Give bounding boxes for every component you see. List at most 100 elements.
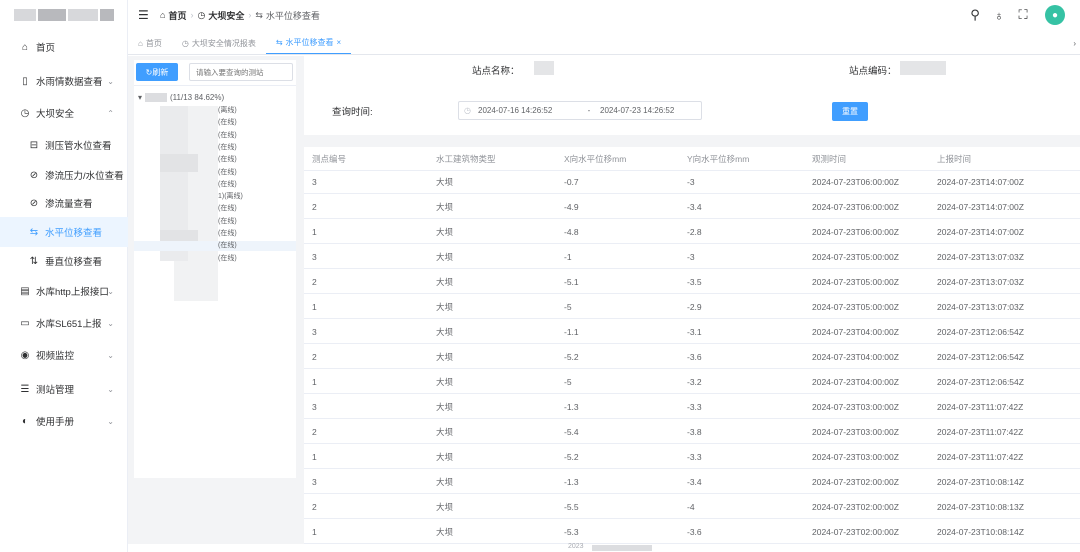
tabs-scroll-icon[interactable]: › [1073,39,1076,48]
table-row[interactable]: 1 大坝 -4.8 -2.8 2024-07-23T06:00:00Z 2024-07-2… [304,221,1080,244]
table-row[interactable]: 3 大坝 -0.7 -3 2024-07-23T06:00:00Z 2024-07-23T… [304,171,1080,194]
table-row[interactable]: 2 大坝 -5.5 -4 2024-07-23T02:00:00Z 2024-07-23T… [304,496,1080,519]
table-row[interactable]: 1 大坝 -5 -2.9 2024-07-23T05:00:00Z 2024-07-23T… [304,296,1080,319]
tree-node[interactable]: (在线) [134,241,296,252]
refresh-button[interactable]: ↻ 刷新 [136,63,178,81]
divider [304,135,1080,147]
sidebar-item[interactable]: ▭ 水库SL651上报 ⌄ [0,308,128,338]
table-cell: 大坝 [436,352,454,362]
table-cell: 2024-07-23T02:00:00Z [812,527,899,537]
sidebar-item[interactable]: ⌂ 首页 [0,32,128,62]
tree-node[interactable]: (在线) [134,229,296,239]
sidebar-item[interactable]: ⊘ 渗流压力/水位查看 [0,160,128,190]
table-row[interactable]: 1 大坝 -5.3 -3.6 2024-07-23T02:00:00Z 2024-07-2… [304,521,1080,544]
col-header: 上报时间 [937,154,972,164]
table-row[interactable]: 2 大坝 -5.1 -3.5 2024-07-23T05:00:00Z 2024-07-2… [304,271,1080,294]
close-icon[interactable]: × [337,33,342,53]
table-row[interactable]: 1 大坝 -5 -3.2 2024-07-23T04:00:00Z 2024-07-23T… [304,371,1080,394]
tab-horizontal-displacement[interactable]: ⇆ 水平位移查看 × [265,33,352,54]
station-status: (在线) [218,180,237,188]
sidebar-item-label: 垂直位移查看 [45,257,103,268]
clock-icon: ◷ [464,106,471,115]
table-row[interactable]: 2 大坝 -4.9 -3.4 2024-07-23T06:00:00Z 2024-07-2… [304,196,1080,219]
sidebar-item[interactable]: ⇅ 垂直位移查看 [0,246,128,276]
sidebar-item[interactable]: ⇆ 水平位移查看 [0,217,128,247]
sidebar-item[interactable]: ⊟ 测压管水位查看 [0,130,128,160]
table-cell: 2 [312,502,317,512]
fullscreen-icon[interactable]: ⛶ [1015,7,1031,23]
tree-node[interactable]: (在线) [134,168,296,178]
start-date[interactable]: 2024-07-16 14:26:52 [478,106,578,115]
table-cell: -4 [687,502,695,512]
end-date[interactable]: 2024-07-23 14:26:52 [600,106,674,115]
sidebar-item[interactable]: ⊘ 渗流量查看 [0,188,128,218]
table-cell: 2024-07-23T12:06:54Z [937,377,1024,387]
table-row[interactable]: 2 大坝 -5.2 -3.6 2024-07-23T04:00:00Z 2024-07-2… [304,346,1080,369]
seepage-flow-icon: ⊘ [29,197,39,209]
table-cell: 2024-07-23T14:07:00Z [937,177,1024,187]
sidebar-item[interactable]: ◉ 视频监控 ⌄ [0,340,128,370]
sidebar-item[interactable]: ◐ 使用手册 ⌄ [0,406,128,436]
reset-button[interactable]: 重置 [832,102,868,121]
date-separator: - [587,106,591,115]
table-row[interactable]: 3 大坝 -1 -3 2024-07-23T05:00:00Z 2024-07-23T13… [304,246,1080,269]
table-cell: 3 [312,327,317,337]
sidebar-item-label: 大坝安全 [36,109,75,120]
table-row[interactable]: 3 大坝 -1.3 -3.3 2024-07-23T03:00:00Z 2024-07-2… [304,396,1080,419]
table-cell: 大坝 [436,452,454,462]
station-status: (在线) [218,205,237,213]
station-search-input[interactable] [189,63,293,81]
table-cell: 1 [312,302,317,312]
sidebar-item-label: 测压管水位查看 [45,141,112,152]
table-row[interactable]: 3 大坝 -1.3 -3.4 2024-07-23T02:00:00Z 2024-07-2… [304,471,1080,494]
tab-dam-safety-report[interactable]: ◷ 大坝安全情况报表 [172,33,266,54]
menu-toggle-icon[interactable]: ☰ [138,8,152,22]
sidebar-item[interactable]: ▯ 水雨情数据查看 ⌄ [0,66,128,96]
table-cell: -2.9 [687,302,702,312]
table-row[interactable]: 1 大坝 -5.2 -3.3 2024-07-23T03:00:00Z 2024-07-2… [304,446,1080,469]
breadcrumb-dam-safety[interactable]: ◷ 大坝安全 [197,9,244,22]
tree-root[interactable]: ▾ (11/13 84.62%) [138,92,224,103]
date-range-picker[interactable]: ◷ 2024-07-16 14:26:52 - 2024-07-23 14:26… [458,101,702,120]
table-cell: 2024-07-23T10:08:14Z [937,477,1024,487]
table-row[interactable]: 3 大坝 -1.1 -3.1 2024-07-23T04:00:00Z 2024-07-2… [304,321,1080,344]
tree-node[interactable]: 1)(离线) [134,192,296,202]
search-icon[interactable]: ⚲ [967,7,983,23]
tree-node[interactable]: (在线) [134,254,296,264]
sidebar-item[interactable]: ◷ 大坝安全 ⌃ [0,98,128,128]
chevron-down-icon: ▾ [138,93,143,102]
tree-node[interactable]: (在线) [134,143,296,153]
tree-node[interactable]: (在线) [134,118,296,128]
table-cell: 大坝 [436,202,454,212]
table-cell: -4.8 [564,227,579,237]
station-status: (在线) [218,143,237,151]
sidebar-item[interactable]: ▤ 水库http上报接口 ⌄ [0,276,128,306]
tree-node[interactable]: (在线) [134,131,296,141]
table-cell: 2024-07-23T13:07:03Z [937,277,1024,287]
tree-node[interactable]: (离线) [134,106,296,116]
table-cell: 1 [312,452,317,462]
sidebar-item-label: 水库http上报接口 [36,287,109,298]
horizontal-displacement-icon: ⇆ [275,38,283,47]
tree-node[interactable]: (在线) [134,204,296,214]
tree-node[interactable]: (在线) [134,180,296,190]
avatar[interactable]: ● [1045,5,1065,25]
col-header: X向水平位移mm [564,154,627,164]
breadcrumb-home[interactable]: ⌂ 首页 [160,9,186,22]
table-cell: 2024-07-23T10:08:14Z [937,527,1024,537]
table-cell: -3 [687,177,695,187]
tab-home[interactable]: ⌂ 首页 [128,33,172,54]
table-cell: 大坝 [436,277,454,287]
breadcrumb-separator: › [248,10,252,20]
tree-node[interactable]: (在线) [134,217,296,227]
video-icon: ◉ [20,349,30,361]
table-cell: 2024-07-23T11:07:42Z [937,402,1024,412]
tree-node[interactable]: (在线) [134,155,296,165]
table-cell: -5 [564,377,572,387]
app-logo [0,0,127,30]
sidebar-item[interactable]: ☰ 测站管理 ⌄ [0,374,128,404]
table-row[interactable]: 2 大坝 -5.4 -3.8 2024-07-23T03:00:00Z 2024-07-2… [304,421,1080,444]
table-cell: -3 [687,252,695,262]
theme-icon[interactable]: ♁ [991,8,1007,23]
col-header: 测点编号 [312,154,347,164]
